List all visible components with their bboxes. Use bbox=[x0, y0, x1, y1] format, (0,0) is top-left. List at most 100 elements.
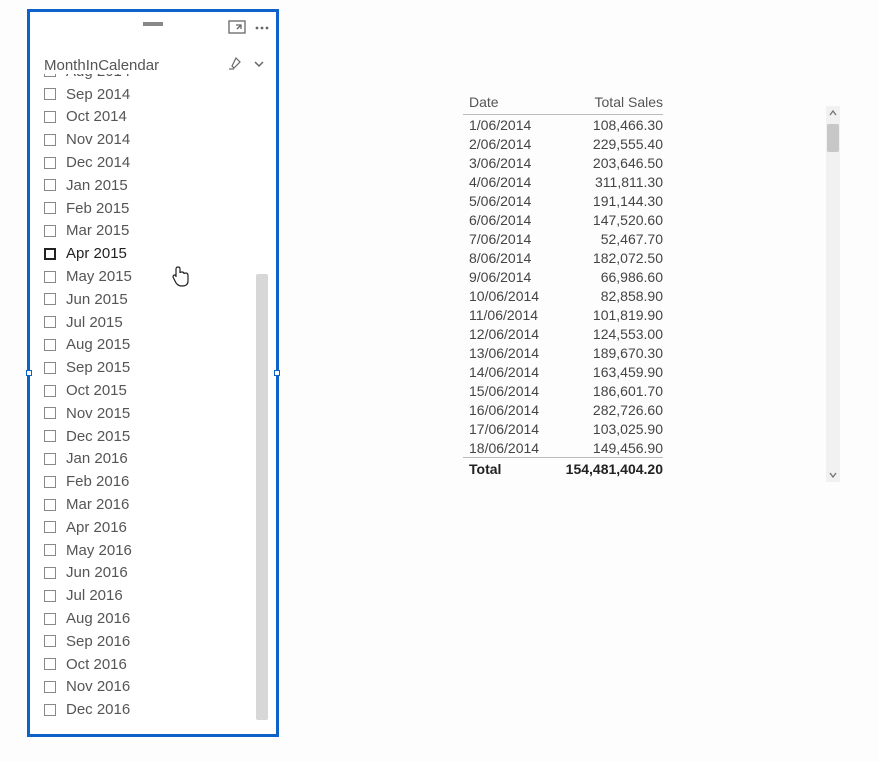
checkbox-icon[interactable] bbox=[44, 521, 56, 533]
slicer-item[interactable]: Jul 2015 bbox=[38, 311, 270, 334]
slicer-item[interactable]: Feb 2016 bbox=[38, 470, 270, 493]
checkbox-icon[interactable] bbox=[44, 111, 56, 123]
slicer-item[interactable]: Nov 2014 bbox=[38, 128, 270, 151]
cell-sales: 282,726.60 bbox=[552, 400, 663, 419]
checkbox-icon[interactable] bbox=[44, 590, 56, 602]
focus-mode-icon[interactable] bbox=[228, 20, 246, 36]
checkbox-icon[interactable] bbox=[44, 293, 56, 305]
cell-sales: 66,986.60 bbox=[552, 267, 663, 286]
checkbox-icon[interactable] bbox=[44, 476, 56, 488]
slicer-item[interactable]: Dec 2016 bbox=[38, 698, 270, 721]
slicer-item[interactable]: Jun 2016 bbox=[38, 562, 270, 585]
checkbox-icon[interactable] bbox=[44, 681, 56, 693]
slicer-list[interactable]: Aug 2014Sep 2014Oct 2014Nov 2014Dec 2014… bbox=[38, 74, 270, 728]
cell-sales: 147,520.60 bbox=[552, 210, 663, 229]
slicer-item-label: Jul 2015 bbox=[66, 314, 123, 331]
table-row: 11/06/2014101,819.90 bbox=[463, 305, 663, 324]
slicer-item[interactable]: Nov 2016 bbox=[38, 676, 270, 699]
slicer-item-label: Sep 2016 bbox=[66, 633, 130, 650]
checkbox-icon[interactable] bbox=[44, 407, 56, 419]
more-options-icon[interactable] bbox=[254, 20, 270, 36]
slicer-item-label: Sep 2015 bbox=[66, 359, 130, 376]
checkbox-icon[interactable] bbox=[44, 248, 56, 260]
slicer-item[interactable]: Nov 2015 bbox=[38, 402, 270, 425]
table-scrollbar[interactable] bbox=[826, 106, 840, 482]
table-row: 10/06/201482,858.90 bbox=[463, 286, 663, 305]
checkbox-icon[interactable] bbox=[44, 225, 56, 237]
slicer-item-label: Apr 2015 bbox=[66, 245, 127, 262]
scroll-down-icon[interactable] bbox=[826, 468, 840, 482]
clear-selections-icon[interactable] bbox=[226, 56, 242, 75]
checkbox-icon[interactable] bbox=[44, 544, 56, 556]
table-row: 7/06/201452,467.70 bbox=[463, 229, 663, 248]
slicer-item-label: Mar 2015 bbox=[66, 222, 129, 239]
checkbox-icon[interactable] bbox=[44, 430, 56, 442]
slicer-item[interactable]: May 2016 bbox=[38, 539, 270, 562]
slicer-visual[interactable]: MonthInCalendar Aug 2014Sep 2014Oct 2014… bbox=[27, 9, 279, 737]
slicer-item[interactable]: Sep 2015 bbox=[38, 356, 270, 379]
checkbox-icon[interactable] bbox=[44, 88, 56, 100]
slicer-item[interactable]: Mar 2015 bbox=[38, 220, 270, 243]
slicer-item[interactable]: Jan 2016 bbox=[38, 448, 270, 471]
col-totalsales[interactable]: Total Sales bbox=[552, 92, 663, 115]
slicer-item[interactable]: Feb 2015 bbox=[38, 197, 270, 220]
chevron-down-icon[interactable] bbox=[252, 57, 266, 74]
scroll-up-icon[interactable] bbox=[826, 106, 840, 120]
checkbox-icon[interactable] bbox=[44, 567, 56, 579]
slicer-item[interactable]: Sep 2014 bbox=[38, 83, 270, 106]
resize-handle-right[interactable] bbox=[274, 370, 280, 376]
slicer-item[interactable]: Aug 2015 bbox=[38, 334, 270, 357]
table-row: 16/06/2014282,726.60 bbox=[463, 400, 663, 419]
sales-table-visual[interactable]: Date Total Sales 1/06/2014108,466.302/06… bbox=[463, 92, 843, 479]
resize-handle-left[interactable] bbox=[26, 370, 32, 376]
slicer-title: MonthInCalendar bbox=[44, 57, 226, 74]
checkbox-icon[interactable] bbox=[44, 271, 56, 283]
slicer-scrollbar[interactable] bbox=[256, 274, 268, 720]
checkbox-icon[interactable] bbox=[44, 658, 56, 670]
slicer-item[interactable]: May 2015 bbox=[38, 265, 270, 288]
checkbox-icon[interactable] bbox=[44, 134, 56, 146]
checkbox-icon[interactable] bbox=[44, 613, 56, 625]
table-row: 3/06/2014203,646.50 bbox=[463, 153, 663, 172]
cell-sales: 311,811.30 bbox=[552, 172, 663, 191]
checkbox-icon[interactable] bbox=[44, 202, 56, 214]
slicer-item[interactable]: Apr 2016 bbox=[38, 516, 270, 539]
slicer-item[interactable]: Dec 2014 bbox=[38, 151, 270, 174]
slicer-item[interactable]: Dec 2015 bbox=[38, 425, 270, 448]
slicer-item[interactable]: Jan 2015 bbox=[38, 174, 270, 197]
checkbox-icon[interactable] bbox=[44, 453, 56, 465]
checkbox-icon[interactable] bbox=[44, 362, 56, 374]
checkbox-icon[interactable] bbox=[44, 179, 56, 191]
slicer-item[interactable]: Jul 2016 bbox=[38, 584, 270, 607]
checkbox-icon[interactable] bbox=[44, 157, 56, 169]
cell-date: 14/06/2014 bbox=[463, 362, 552, 381]
checkbox-icon[interactable] bbox=[44, 704, 56, 716]
checkbox-icon[interactable] bbox=[44, 339, 56, 351]
sales-table: Date Total Sales 1/06/2014108,466.302/06… bbox=[463, 92, 663, 479]
table-row: 12/06/2014124,553.00 bbox=[463, 324, 663, 343]
table-row: 14/06/2014163,459.90 bbox=[463, 362, 663, 381]
checkbox-icon[interactable] bbox=[44, 316, 56, 328]
col-date[interactable]: Date bbox=[463, 92, 552, 115]
slicer-item[interactable]: Jun 2015 bbox=[38, 288, 270, 311]
slicer-item-label: Dec 2016 bbox=[66, 701, 130, 718]
slicer-item[interactable]: Aug 2016 bbox=[38, 607, 270, 630]
slicer-item[interactable]: Oct 2015 bbox=[38, 379, 270, 402]
cell-date: 13/06/2014 bbox=[463, 343, 552, 362]
checkbox-icon[interactable] bbox=[44, 499, 56, 511]
slicer-item[interactable]: Aug 2014 bbox=[38, 74, 270, 83]
slicer-item[interactable]: Mar 2016 bbox=[38, 493, 270, 516]
slicer-item[interactable]: Oct 2016 bbox=[38, 653, 270, 676]
slicer-item[interactable]: Oct 2014 bbox=[38, 106, 270, 129]
checkbox-icon[interactable] bbox=[44, 635, 56, 647]
drag-handle-icon[interactable] bbox=[143, 22, 163, 26]
scroll-thumb[interactable] bbox=[827, 124, 839, 152]
cell-sales: 52,467.70 bbox=[552, 229, 663, 248]
checkbox-icon[interactable] bbox=[44, 385, 56, 397]
checkbox-icon[interactable] bbox=[44, 74, 56, 77]
slicer-item-label: Oct 2015 bbox=[66, 382, 127, 399]
slicer-item[interactable]: Apr 2015 bbox=[38, 242, 270, 265]
cell-date: 2/06/2014 bbox=[463, 134, 552, 153]
cell-date: 6/06/2014 bbox=[463, 210, 552, 229]
slicer-item[interactable]: Sep 2016 bbox=[38, 630, 270, 653]
